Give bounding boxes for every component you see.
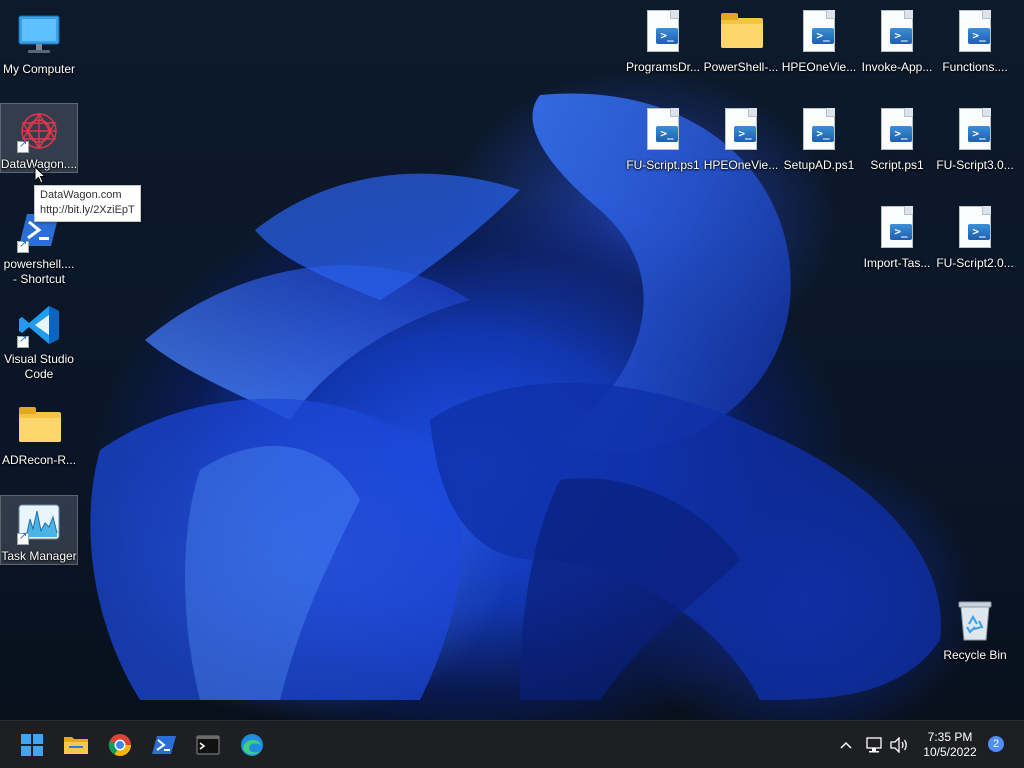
desktop-icon-datawagon[interactable]: DataWagon.... — [0, 103, 78, 173]
ps1-file-icon: >_ — [795, 106, 843, 154]
desktop-icon-ps1-file[interactable]: >_ Script.ps1 — [858, 102, 936, 173]
ps1-file-icon: >_ — [873, 8, 921, 56]
clock-button[interactable]: 7:35 PM 10/5/2022 — [918, 729, 982, 761]
recycle-bin-icon — [951, 596, 999, 644]
clock-date: 10/5/2022 — [923, 745, 977, 759]
icon-label: Visual Studio Code — [4, 352, 74, 381]
monitor-icon — [15, 10, 63, 58]
icon-label: Recycle Bin — [943, 648, 1007, 662]
taskbar-edge[interactable] — [236, 729, 268, 761]
icon-label: powershell.... - Shortcut — [3, 257, 75, 286]
desktop-icon-vscode[interactable]: Visual Studio Code — [0, 298, 78, 382]
shortcut-arrow-icon — [17, 139, 29, 153]
file-explorer-icon — [64, 737, 88, 754]
ps1-file-icon: >_ — [639, 8, 687, 56]
network-button[interactable] — [862, 729, 886, 761]
desktop-icon-ps1-file[interactable]: >_ SetupAD.ps1 — [780, 102, 858, 173]
vscode-icon — [15, 302, 63, 348]
ps1-file-icon: >_ — [951, 106, 999, 154]
icon-label: ProgramsDr... — [625, 60, 700, 74]
start-icon — [21, 734, 43, 756]
icon-label: ADRecon-R... — [1, 453, 77, 467]
shortcut-arrow-icon — [17, 239, 29, 253]
speaker-icon — [890, 737, 907, 753]
desktop-icon-recycle-bin[interactable]: Recycle Bin — [936, 592, 1014, 663]
ps1-file-icon: >_ — [639, 106, 687, 154]
icon-label: PowerShell-... — [703, 60, 779, 74]
icon-label: FU-Script3.0... — [936, 158, 1014, 172]
icon-label: HPEOneVie... — [781, 60, 857, 74]
icon-label: Task Manager — [1, 549, 77, 563]
taskbar-powershell[interactable] — [148, 729, 180, 761]
desktop-icon-adrecon-folder[interactable]: ADRecon-R... — [0, 398, 78, 468]
icon-label: SetupAD.ps1 — [783, 158, 855, 172]
ps1-file-icon: >_ — [951, 204, 999, 252]
edge-icon — [241, 734, 263, 756]
icon-label: My Computer — [2, 62, 76, 76]
folder-icon — [717, 8, 765, 56]
folder-icon — [15, 402, 63, 449]
taskbar: 7:35 PM 10/5/2022 — [0, 720, 1024, 768]
ps1-file-icon: >_ — [951, 8, 999, 56]
chevron-up-icon — [840, 741, 852, 749]
clock-time: 7:35 PM — [927, 730, 973, 744]
desktop-icon-ps1-file[interactable]: >_ FU-Script3.0... — [936, 102, 1014, 173]
desktop-icon-ps1-file[interactable]: >_ FU-Script.ps1 — [624, 102, 702, 173]
tooltip: DataWagon.com http://bit.ly/2XziEpT — [34, 185, 141, 222]
powershell-icon — [152, 736, 176, 754]
network-icon — [866, 737, 882, 753]
ps1-file-icon: >_ — [873, 106, 921, 154]
shortcut-arrow-icon — [17, 531, 29, 545]
ps1-file-icon: >_ — [795, 8, 843, 56]
desktop-icon-ps1-file[interactable]: >_ Functions.... — [936, 4, 1014, 75]
ps1-file-icon: >_ — [873, 204, 921, 252]
icon-label: Import-Tas... — [863, 256, 931, 270]
icon-label: HPEOneVie... — [703, 158, 779, 172]
icon-label: Script.ps1 — [870, 158, 924, 172]
icon-label: FU-Script2.0... — [936, 256, 1014, 270]
tooltip-title: DataWagon.com — [40, 189, 122, 201]
icon-label: FU-Script.ps1 — [626, 158, 700, 172]
mouse-cursor-icon — [34, 166, 46, 184]
taskbar-chrome[interactable] — [104, 729, 136, 761]
ps1-file-icon: >_ — [717, 106, 765, 154]
notification-badge[interactable]: 2 — [988, 736, 1004, 752]
terminal-icon — [196, 735, 220, 755]
desktop-icon-ps1-file[interactable]: >_ FU-Script2.0... — [936, 200, 1014, 271]
shortcut-arrow-icon — [17, 334, 29, 348]
taskbar-terminal[interactable] — [192, 729, 224, 761]
desktop-icon-folder[interactable]: PowerShell-... — [702, 4, 780, 75]
icon-label: Invoke-App... — [861, 60, 933, 74]
icon-label: Functions.... — [942, 60, 1008, 74]
desktop-icon-ps1-file[interactable]: >_ Import-Tas... — [858, 200, 936, 271]
desktop-icon-ps1-file[interactable]: >_ HPEOneVie... — [702, 102, 780, 173]
task-manager-icon — [15, 500, 63, 545]
datawagon-icon — [15, 108, 63, 153]
desktop[interactable]: My Computer DataWagon.... — [0, 0, 1024, 720]
taskbar-file-explorer[interactable] — [60, 729, 92, 761]
desktop-icon-task-manager[interactable]: Task Manager — [0, 495, 78, 565]
desktop-icon-ps1-file[interactable]: >_ Invoke-App... — [858, 4, 936, 75]
desktop-icon-ps1-file[interactable]: >_ HPEOneVie... — [780, 4, 858, 75]
volume-button[interactable] — [886, 729, 912, 761]
desktop-icon-my-computer[interactable]: My Computer — [0, 6, 78, 80]
desktop-icon-ps1-file[interactable]: >_ ProgramsDr... — [624, 4, 702, 75]
show-hidden-icons-button[interactable] — [834, 729, 858, 761]
tooltip-url: http://bit.ly/2XziEpT — [40, 204, 135, 216]
start-button[interactable] — [16, 729, 48, 761]
chrome-icon — [108, 734, 131, 756]
